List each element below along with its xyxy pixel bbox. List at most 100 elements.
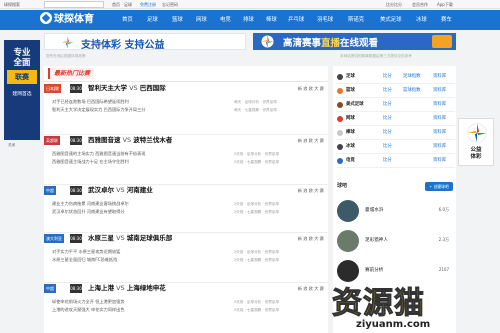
- app-download-link[interactable]: App下载: [437, 0, 453, 9]
- nav-item-table-tennis[interactable]: 乒乓球: [288, 10, 304, 30]
- match-summary: 建业主力伤病拖累 河南建业客场挑战卓尔 武汉卓尔状态回升 河南建业有望取得分: [52, 201, 129, 214]
- nav-item-racing[interactable]: 赛车: [441, 10, 452, 30]
- ad-badge: 联赛: [7, 70, 37, 84]
- hot-matches-panel: 最新热门比赛 日本J联 08:30 智利天主大学 VS 巴西国际 新 浪 欧 大…: [44, 66, 328, 333]
- match-title[interactable]: 智利天主大学 VS 巴西国际: [88, 83, 166, 94]
- ad-subtitle: 建网首选: [12, 92, 32, 97]
- match-card[interactable]: 日本J联 08:30 智利天主大学 VS 巴西国际 新 浪 欧 大 赛 对手已经…: [44, 83, 328, 135]
- sidebar-row-baseball[interactable]: 棒球 比分 资料库: [337, 126, 455, 140]
- match-time: 08:30: [70, 284, 82, 293]
- match-header: 中超 08:30 上海上港 VS 上海绿地申花 新 浪 欧 大 赛: [44, 283, 328, 294]
- match-title[interactable]: 西雅图音速 VS 波特兰伐木者: [88, 135, 172, 146]
- match-links[interactable]: 新 浪 欧 大 赛: [298, 283, 324, 294]
- match-time: 08:30: [70, 136, 82, 145]
- ice-hockey-icon: [337, 144, 343, 150]
- topbar-link-football[interactable]: 足球: [124, 0, 132, 9]
- ad-headline: 专业 全面: [13, 48, 31, 68]
- football-icon: [337, 74, 343, 80]
- lottery-banner[interactable]: 支持体彩 支持公益: [44, 33, 246, 51]
- forum-item[interactable]: 曼城水浒 6.0万: [337, 198, 453, 224]
- baseball-icon: [337, 130, 343, 136]
- sidebar-row-tennis[interactable]: 网球 比分 资料库: [337, 112, 455, 126]
- sidebar-row-football[interactable]: 足球 比分 足球指数 资料库: [337, 70, 455, 84]
- topbar-link-home[interactable]: 首页: [112, 0, 120, 9]
- esports-icon: [337, 158, 343, 164]
- create-forum-button[interactable]: + 创建球吧: [425, 182, 453, 191]
- lottery-banner-text: 支持体彩 支持公益: [81, 40, 165, 51]
- sidebar-row-esports[interactable]: 电竞 比分 资料库: [337, 154, 455, 168]
- site-logo[interactable]: 球探体育: [40, 12, 94, 28]
- match-links[interactable]: 新 浪 欧 大 赛: [298, 135, 324, 146]
- sidebar-row-american-football[interactable]: 美式足球 比分 资料库: [337, 98, 455, 112]
- nav-item-baseball[interactable]: 棒球: [266, 10, 277, 30]
- topbar-right-link-2[interactable]: 会员合作: [412, 0, 428, 9]
- match-summary: 对手实力平平 水原三星攻势近期较猛 水原三星全面回归 城南FC恐难抵挡: [52, 249, 121, 262]
- match-links[interactable]: 新 浪 欧 大 赛: [298, 233, 324, 244]
- live-stream-banner-text: 高清赛事直播在线观看: [283, 38, 379, 49]
- match-links[interactable]: 新 浪 欧 大 赛: [298, 185, 324, 196]
- sidebar-row-ice-hockey[interactable]: 冰球 比分 资料库: [337, 140, 455, 154]
- charity-logo-icon: [467, 123, 487, 143]
- match-time: 08:30: [70, 84, 82, 93]
- watermark: 资源猫 ziyuanm.com: [322, 278, 500, 333]
- match-meta: 2天前 · 足球分析 · 世界足球 2天前 · 七星观察 · 世界足球: [234, 250, 280, 262]
- forum-item[interactable]: 足彩猎神人 2.3万: [337, 228, 453, 254]
- match-time: 08:30: [70, 186, 82, 195]
- match-summary: 西雅图音速的主场实力 西雅图音速当前有不俗表现 西雅图音速主场战力十足 在主场守住…: [52, 151, 146, 164]
- nav-item-home[interactable]: 首页: [122, 10, 133, 30]
- match-card[interactable]: 英超联 08:30 西雅图音速 VS 波特兰伐木者 新 浪 欧 大 赛 西雅图音…: [44, 135, 328, 185]
- forgot-password-link[interactable]: 忘记密码: [162, 0, 178, 9]
- league-tag: 澳大利亚: [44, 234, 64, 243]
- top-bar: 球探搜索 首页 足球 免费注册 忘记密码 比分比分 会员合作 App下载: [0, 0, 500, 9]
- nav-item-football[interactable]: 足球: [147, 10, 158, 30]
- topbar-right-link-1[interactable]: 比分比分: [386, 0, 402, 9]
- match-card[interactable]: 澳大利亚 08:30 水原三星 VS 城南足球俱乐部 新 浪 欧 大 赛 对手实…: [44, 233, 328, 283]
- match-links[interactable]: 新 浪 欧 大 赛: [298, 83, 324, 94]
- match-title[interactable]: 水原三星 VS 城南足球俱乐部: [88, 233, 172, 244]
- left-floating-ad[interactable]: 专业 全面 联赛 建网首选 关闭: [4, 40, 40, 147]
- stream-logo-icon: [261, 35, 274, 48]
- ad-close-button[interactable]: 关闭: [8, 143, 15, 148]
- match-title[interactable]: 武汉卓尔 VS 河南建业: [88, 185, 153, 196]
- nav-item-snooker[interactable]: 斯诺克: [348, 10, 364, 30]
- nav-item-ice-hockey[interactable]: 冰球: [416, 10, 427, 30]
- league-tag: 英超联: [44, 136, 60, 145]
- match-card[interactable]: 中超 08:30 上海上港 VS 上海绿地申花 新 浪 欧 大 赛 纵使申花前场…: [44, 283, 328, 333]
- nav-item-esports[interactable]: 电竞: [220, 10, 231, 30]
- tennis-icon: [337, 116, 343, 122]
- sidebar-row-basketball[interactable]: 篮球 比分 篮球指数 资料库: [337, 84, 455, 98]
- search-label: 球探搜索: [4, 2, 20, 7]
- league-tag: 日本J联: [44, 84, 62, 93]
- section-title: 最新热门比赛: [54, 70, 91, 77]
- nav-item-tennis[interactable]: 网球: [196, 10, 207, 30]
- search-input[interactable]: [44, 1, 104, 8]
- avatar: [337, 200, 359, 222]
- right-floating-ad[interactable]: 公益 体彩: [458, 118, 494, 166]
- panel-header: 最新热门比赛: [44, 66, 328, 82]
- basketball-icon: [337, 88, 343, 94]
- avatar: [337, 230, 359, 252]
- forum-title: 球吧: [337, 183, 348, 189]
- match-meta: 两天 · 足球分析 · 世界足球 两天 · 七星观察 · 世界足球: [234, 100, 277, 112]
- match-summary: 纵使申花前场火力全开 但上港更加强势 上港的进攻天赋强大 申花实力同样出色: [52, 299, 125, 312]
- watermark-url: ziyuanm.com: [356, 319, 431, 330]
- american-football-icon: [337, 102, 343, 108]
- nav-item-american-football[interactable]: 美式足球: [380, 10, 402, 30]
- decorative-image: [432, 35, 452, 48]
- match-title[interactable]: 上海上港 VS 上海绿地申花: [88, 283, 166, 294]
- right-ad-text: 公益 体彩: [470, 147, 482, 160]
- notice-left: 您所在地区根据体育政策: [46, 54, 86, 58]
- watermark-title: 资源猫: [332, 286, 425, 322]
- nav-item-volleyball[interactable]: 排球: [243, 10, 254, 30]
- live-stream-banner[interactable]: 高清赛事直播在线观看: [253, 33, 456, 50]
- league-tag: 中超: [44, 186, 56, 195]
- league-tag: 中超: [44, 284, 56, 293]
- match-header: 日本J联 08:30 智利天主大学 VS 巴西国际 新 浪 欧 大 赛: [44, 83, 328, 94]
- match-card[interactable]: 中超 08:30 武汉卓尔 VS 河南建业 新 浪 欧 大 赛 建业主力伤病拖累…: [44, 185, 328, 233]
- register-link[interactable]: 免费注册: [140, 0, 156, 9]
- match-header: 中超 08:30 武汉卓尔 VS 河南建业 新 浪 欧 大 赛: [44, 185, 328, 196]
- nav-item-badminton[interactable]: 羽毛球: [317, 10, 333, 30]
- nav-item-basketball[interactable]: 篮球: [172, 10, 183, 30]
- lottery-logo-icon: [61, 36, 74, 49]
- match-header: 英超联 08:30 西雅图音速 VS 波特兰伐木者 新 浪 欧 大 赛: [44, 135, 328, 146]
